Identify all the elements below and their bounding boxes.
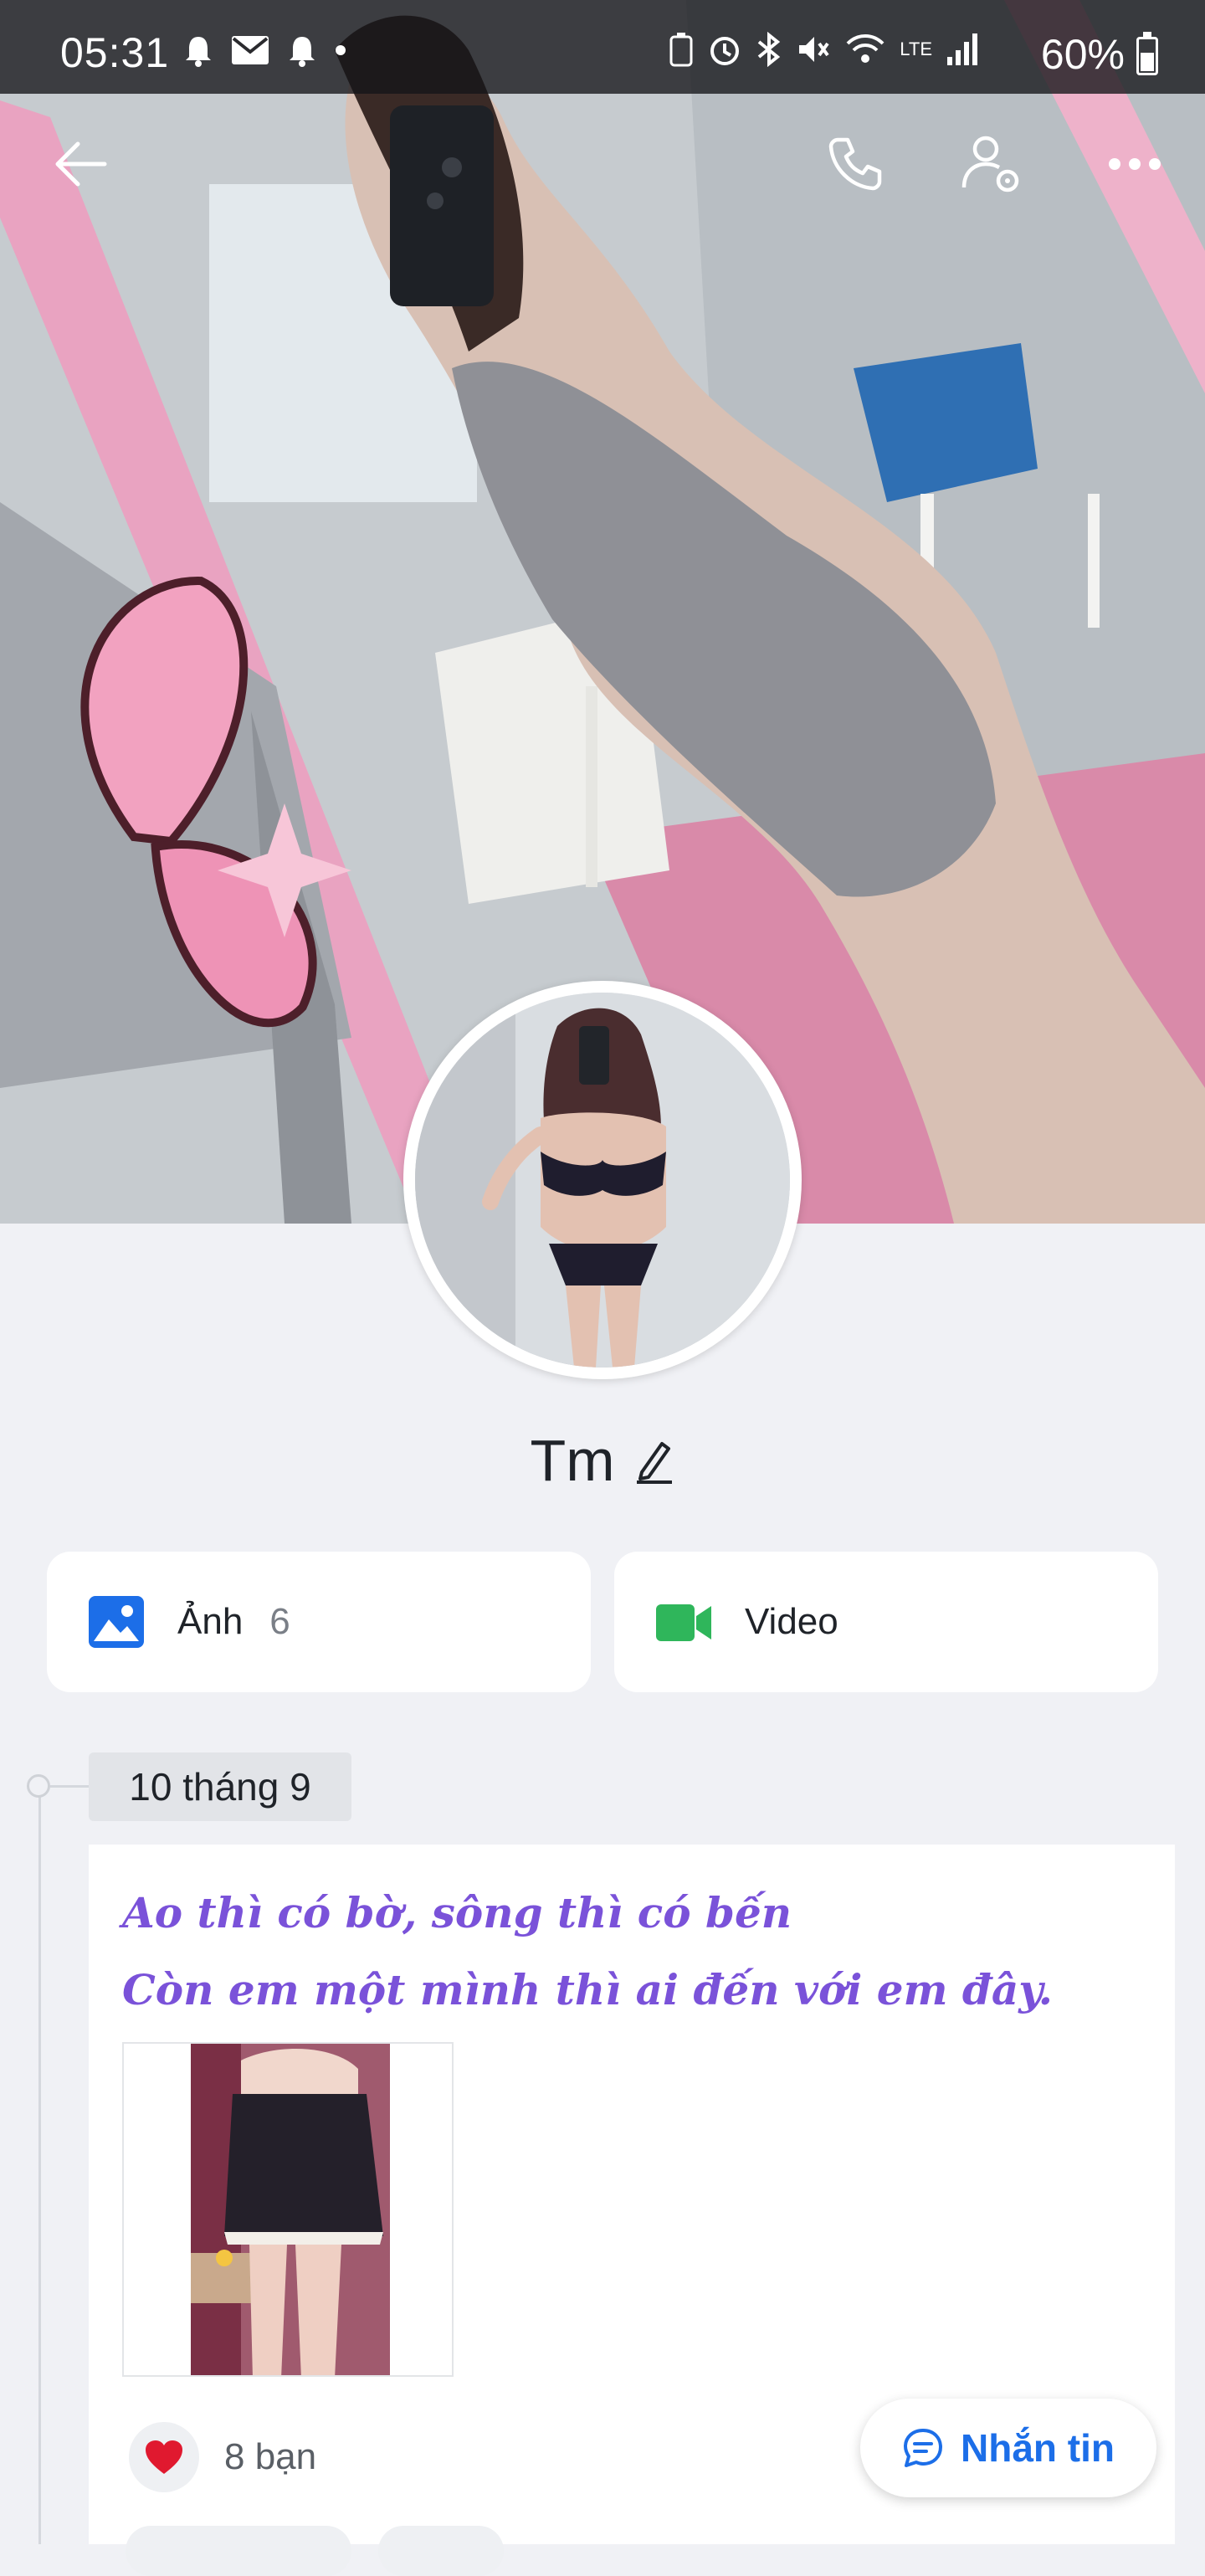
bluetooth-icon — [758, 32, 781, 67]
next-row-pill-2 — [378, 2526, 504, 2576]
profile-avatar[interactable] — [403, 981, 802, 1379]
battery-saver-icon — [669, 33, 693, 67]
post-photo[interactable] — [122, 2042, 454, 2377]
phone-icon — [828, 137, 882, 191]
profile-name-row: Tm — [0, 1423, 1205, 1498]
timeline-date: 10 tháng 9 — [89, 1752, 351, 1821]
post-caption-line-1: Ao thì có bờ, sông thì có bến — [122, 1888, 792, 1937]
next-row-pill — [126, 2526, 351, 2576]
mail-icon — [232, 36, 269, 64]
battery-percent: 60% — [1040, 31, 1125, 78]
avatar-image — [415, 993, 790, 1368]
battery-icon — [1136, 32, 1158, 75]
heart-icon — [146, 2440, 182, 2474]
post-photo-image — [191, 2044, 390, 2375]
timeline-line — [38, 1784, 41, 2544]
call-button[interactable] — [822, 131, 889, 198]
message-button-label: Nhắn tin — [961, 2426, 1115, 2470]
post-reaction[interactable]: 8 bạn — [129, 2422, 316, 2492]
more-button[interactable] — [1101, 131, 1168, 198]
profile-settings-button[interactable] — [959, 131, 1026, 198]
pencil-icon[interactable] — [633, 1437, 675, 1484]
notification-bell-icon-2 — [290, 37, 315, 67]
timeline-dot — [27, 1774, 50, 1798]
alarm-icon — [710, 37, 740, 65]
network-label: LTE — [900, 38, 932, 59]
photos-count: 6 — [269, 1601, 290, 1642]
back-button[interactable] — [47, 131, 114, 198]
video-camera-icon — [656, 1604, 711, 1641]
photos-card[interactable]: Ảnh 6 — [47, 1552, 591, 1692]
wifi-icon — [846, 34, 885, 63]
status-bar: 05:31 LTE 60% — [0, 0, 1205, 94]
status-time: 05:31 — [60, 29, 170, 76]
more-horizontal-icon — [1109, 158, 1161, 170]
arrow-left-icon — [55, 141, 107, 187]
video-card[interactable]: Video — [614, 1552, 1158, 1692]
chat-bubble-icon — [904, 2429, 942, 2467]
notification-dot-icon — [336, 45, 346, 55]
video-label: Video — [745, 1601, 838, 1642]
profile-name: Tm — [530, 1428, 615, 1493]
reaction-count: 8 bạn — [224, 2436, 317, 2477]
notification-bell-icon — [186, 37, 211, 67]
photos-label: Ảnh — [177, 1601, 244, 1642]
user-settings-icon — [961, 136, 1019, 192]
image-icon — [89, 1596, 144, 1648]
post-caption-line-2: Còn em một mình thì ai đến với em đây. — [122, 1965, 1053, 2014]
signal-icon — [947, 33, 977, 65]
post-caption: Ao thì có bờ, sông thì có bến Còn em một… — [122, 1875, 1143, 2029]
mute-icon — [799, 37, 829, 62]
message-button[interactable]: Nhắn tin — [860, 2399, 1156, 2497]
timeline-connector — [50, 1785, 89, 1788]
